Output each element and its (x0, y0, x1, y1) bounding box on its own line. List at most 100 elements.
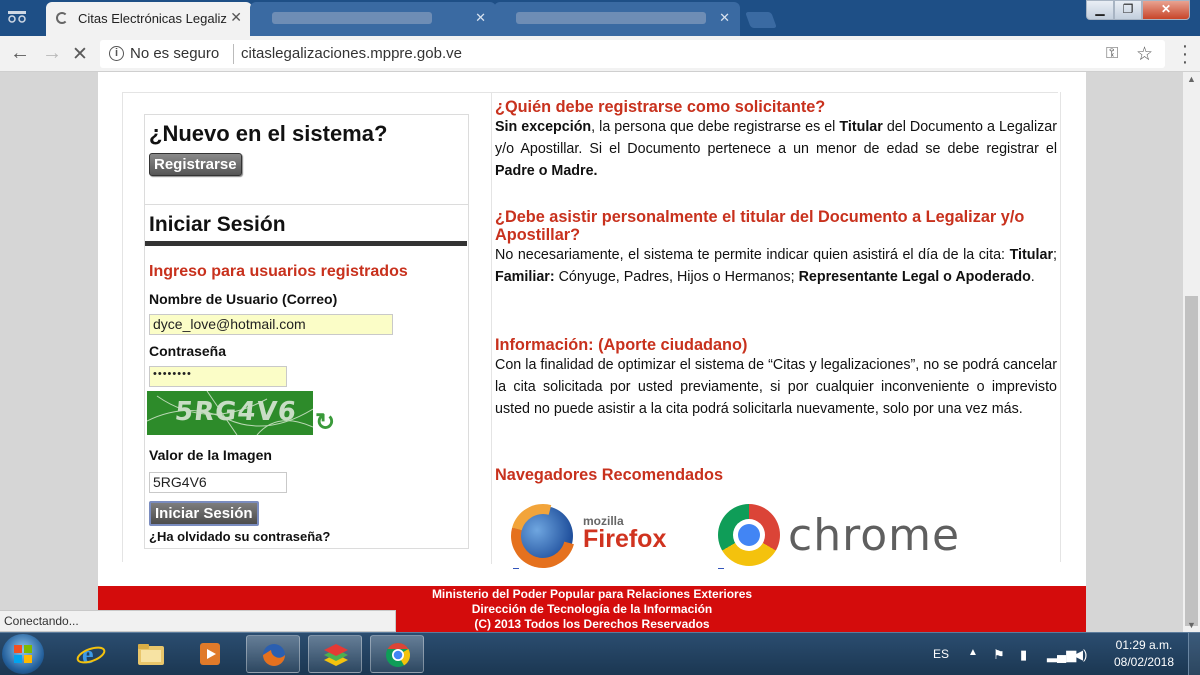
show-hidden-icons-icon[interactable]: ▲ (968, 647, 978, 658)
section-title: Información: (Aporte ciudadano) (495, 336, 748, 354)
page-container: ¿Nuevo en el sistema? Registrarse Inicia… (98, 72, 1086, 632)
section-body: No necesariamente, el sistema te permite… (495, 247, 1057, 285)
new-user-panel: ¿Nuevo en el sistema? Registrarse (144, 114, 469, 204)
bluestacks-icon (324, 644, 348, 666)
forgot-password-link[interactable]: ¿Ha olvidado su contraseña? (149, 529, 330, 544)
vertical-scrollbar[interactable]: ▲ ▼ (1183, 72, 1200, 632)
tab-active[interactable]: Citas Electrónicas Legaliz ✕ (46, 2, 252, 36)
network-signal-icon[interactable]: ▂▄▆ (1047, 647, 1076, 663)
restore-button[interactable]: ❐ (1114, 0, 1142, 20)
browser-menu-icon[interactable]: · · · (1180, 36, 1190, 72)
login-divider (145, 241, 467, 246)
scroll-down-icon[interactable]: ▼ (1187, 620, 1196, 630)
stop-loading-icon[interactable]: ✕ (72, 43, 88, 66)
column-divider (491, 92, 492, 564)
section-body: Con la finalidad de optimizar el sistema… (495, 357, 1057, 417)
firefox-fox-icon (499, 492, 587, 580)
divider (122, 92, 123, 562)
taskbar-media-player[interactable] (184, 635, 238, 673)
key-icon[interactable]: ⚿ (1106, 45, 1118, 63)
password-label: Contraseña (149, 343, 227, 359)
blurred-tab-title (272, 12, 432, 24)
address-bar[interactable]: i No es seguro citaslegalizaciones.mppre… (100, 40, 1165, 68)
url-text[interactable]: citaslegalizaciones.mppre.gob.ve (241, 45, 462, 62)
windows-taskbar: e ES ▲ ⚑ ▮ ▂▄▆ ◀) 01:29 a.m. 08/02/2018 (0, 632, 1200, 675)
divider (122, 92, 1058, 93)
volume-icon[interactable]: ◀) (1073, 647, 1087, 663)
section-browsers: Navegadores Recomendados (495, 466, 1057, 484)
tab-close-icon[interactable]: ✕ (719, 10, 730, 26)
taskbar-chrome[interactable] (370, 635, 424, 673)
captcha-image: 5RG4V6 (147, 391, 313, 435)
section-who-registers: ¿Quién debe registrarse como solicitante… (495, 98, 1057, 182)
taskbar-file-explorer[interactable] (124, 635, 178, 673)
taskbar-internet-explorer[interactable]: e (64, 635, 118, 673)
image-value-label: Valor de la Imagen (149, 447, 272, 463)
minimize-button[interactable]: ▁ (1086, 0, 1114, 20)
tab-close-icon[interactable]: ✕ (475, 10, 486, 26)
footer-line: Ministerio del Poder Popular para Relaci… (431, 587, 753, 601)
language-indicator[interactable]: ES (933, 647, 949, 661)
windows-logo-icon (14, 645, 32, 663)
tab-2[interactable]: ✕ (250, 2, 496, 36)
login-subtitle: Ingreso para usuarios registrados (149, 263, 408, 280)
show-desktop-button[interactable] (1188, 633, 1200, 675)
login-panel: Iniciar Sesión Ingreso para usuarios reg… (144, 204, 469, 549)
bookmark-star-icon[interactable]: ☆ (1136, 43, 1153, 66)
loading-spinner-icon (56, 12, 68, 24)
username-field[interactable]: dyce_love@hotmail.com (149, 314, 393, 335)
section-title: ¿Quién debe registrarse como solicitante… (495, 98, 826, 116)
scroll-up-icon[interactable]: ▲ (1187, 74, 1196, 84)
refresh-captcha-icon[interactable]: ↻ (315, 411, 335, 435)
firefox-icon (263, 644, 285, 666)
chrome-brand: chrome (788, 510, 961, 561)
start-button[interactable] (2, 634, 44, 674)
captcha-text: 5RG4V6 (173, 397, 299, 427)
battery-icon[interactable]: ▮ (1020, 647, 1027, 663)
info-icon[interactable]: i (109, 46, 124, 61)
folder-icon (138, 644, 164, 665)
action-center-flag-icon[interactable]: ⚑ (993, 647, 1005, 663)
page-viewport: ¿Nuevo en el sistema? Registrarse Inicia… (0, 72, 1183, 632)
link-underline (718, 568, 724, 569)
security-label[interactable]: No es seguro (130, 45, 219, 62)
tab-3[interactable]: ✕ (494, 2, 740, 36)
close-window-button[interactable]: ✕ (1142, 0, 1190, 20)
taskbar-bluestacks[interactable] (308, 635, 362, 673)
clock-time[interactable]: 01:29 a.m. (1104, 638, 1184, 652)
image-value-field[interactable]: 5RG4V6 (149, 472, 287, 493)
tab-close-icon[interactable]: ✕ (230, 9, 242, 26)
login-button[interactable]: Iniciar Sesión (149, 501, 259, 526)
register-button[interactable]: Registrarse (149, 153, 242, 176)
forward-arrow-icon[interactable]: → (42, 42, 62, 65)
internet-explorer-icon: e (76, 641, 106, 667)
browser-toolbar: ← → ✕ i No es seguro citaslegalizaciones… (0, 36, 1200, 72)
back-arrow-icon[interactable]: ← (10, 42, 30, 65)
section-body: Sin excepción, la persona que debe regis… (495, 119, 1057, 179)
media-player-icon (200, 643, 220, 665)
firefox-link[interactable]: mozilla Firefox (499, 492, 683, 580)
section-title: ¿Debe asistir personalmente el titular d… (495, 208, 1025, 244)
divider (1060, 92, 1061, 562)
chrome-logo-center (738, 524, 760, 546)
chrome-link[interactable]: chrome (718, 504, 961, 570)
address-separator (233, 44, 234, 64)
scrollbar-thumb[interactable] (1185, 296, 1198, 626)
status-bubble: Conectando... (0, 610, 396, 632)
taskbar-firefox[interactable] (246, 635, 300, 673)
firefox-brand: Firefox (583, 525, 667, 553)
section-attendance: ¿Debe asistir personalmente el titular d… (495, 208, 1057, 288)
new-tab-button[interactable] (745, 12, 777, 28)
blurred-tab-title (516, 12, 706, 24)
section-information: Información: (Aporte ciudadano) Con la f… (495, 336, 1057, 420)
clock-date[interactable]: 08/02/2018 (1104, 655, 1184, 669)
chrome-icon (386, 643, 411, 667)
browser-titlebar: Citas Electrónicas Legaliz ✕ ✕ ✕ ▁ ❐ ✕ (0, 0, 1200, 36)
link-underline (513, 568, 519, 569)
login-title: Iniciar Sesión (149, 213, 286, 236)
password-field[interactable]: •••••••• (149, 366, 287, 387)
section-title: Navegadores Recomendados (495, 466, 724, 484)
username-label: Nombre de Usuario (Correo) (149, 291, 338, 307)
incognito-icon (8, 11, 26, 23)
new-user-title: ¿Nuevo en el sistema? (149, 121, 388, 146)
